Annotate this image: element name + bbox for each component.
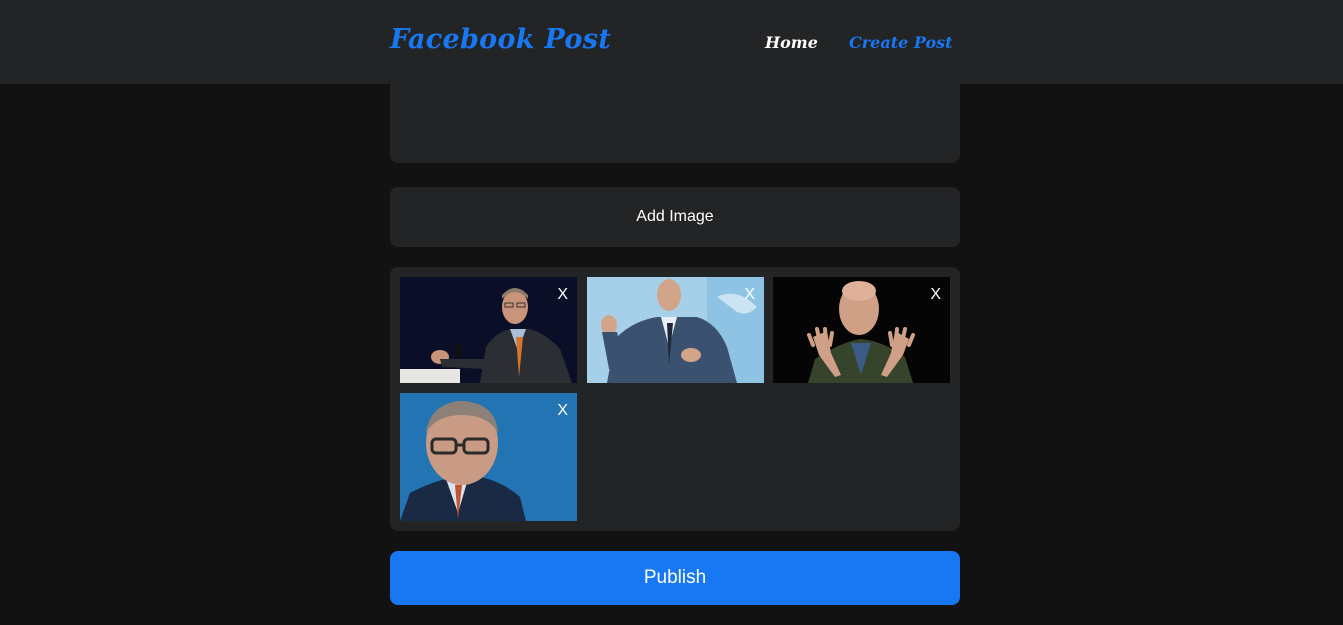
image-thumbnail: X <box>587 277 764 383</box>
add-image-button[interactable]: Add Image <box>390 187 960 247</box>
photo-man-at-podium <box>400 277 577 383</box>
publish-button[interactable]: Publish <box>390 551 960 605</box>
remove-image-button[interactable]: X <box>557 403 568 419</box>
photo-man-gesturing <box>587 277 764 383</box>
nav-link-create-post[interactable]: Create Post <box>849 33 953 52</box>
image-thumbnail: X <box>773 277 950 383</box>
remove-image-button[interactable]: X <box>557 287 568 303</box>
image-thumbnail: X <box>400 277 577 383</box>
remove-image-button[interactable]: X <box>744 287 755 303</box>
image-gallery: X X X X <box>390 267 960 531</box>
brand-logo[interactable]: Facebook Post <box>390 24 611 55</box>
image-thumbnail: X <box>400 393 577 521</box>
nav-link-home[interactable]: Home <box>765 33 818 52</box>
photo-man-with-glasses <box>400 393 577 521</box>
remove-image-button[interactable]: X <box>930 287 941 303</box>
navbar: Facebook Post Home Create Post <box>0 0 1343 84</box>
photo-man-raising-hands <box>773 277 950 383</box>
